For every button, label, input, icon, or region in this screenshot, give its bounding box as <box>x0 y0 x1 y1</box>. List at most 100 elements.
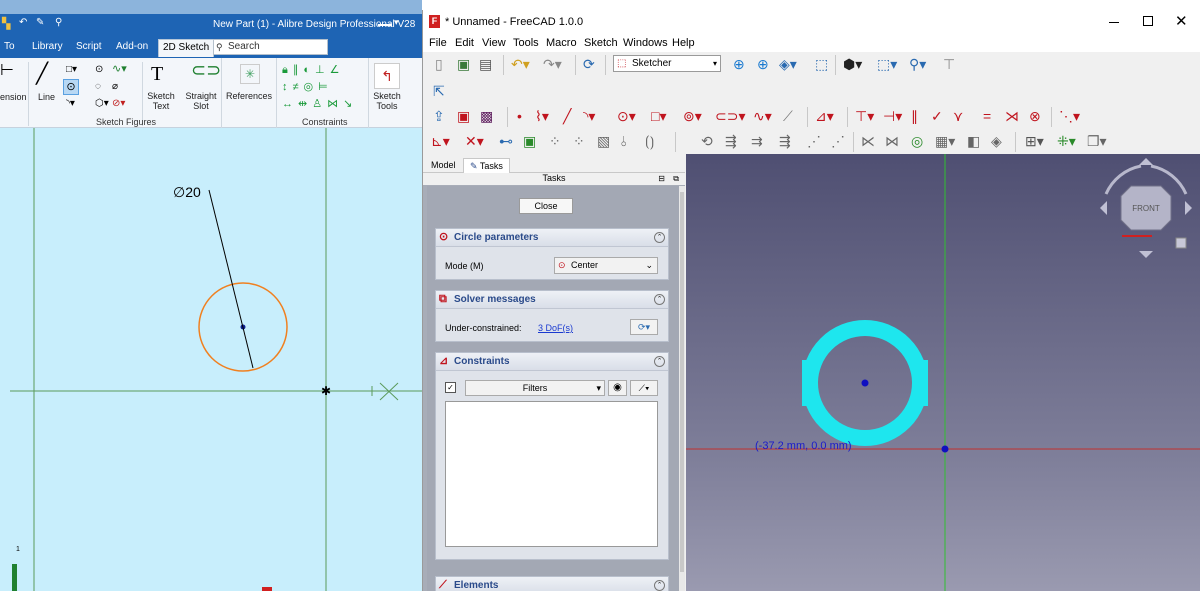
view-isometric-icon[interactable]: ◈▾ <box>779 56 797 72</box>
view-menu-icon[interactable] <box>1175 237 1187 249</box>
offset-icon[interactable]: ◎ <box>911 133 923 149</box>
sketch-tools-icon[interactable]: ↰ <box>374 63 400 89</box>
tab-tasks[interactable]: ✎ Tasks <box>463 158 510 173</box>
arc-icon[interactable]: ◌ <box>95 80 101 93</box>
spline-icon[interactable]: ∿▾ <box>112 63 127 76</box>
dimension-icon[interactable]: ⊢ <box>0 63 14 79</box>
fillet-icon[interactable]: ⊿▾ <box>815 108 834 124</box>
menu-sketch[interactable]: Sketch <box>584 37 618 49</box>
alibre-sketch-canvas[interactable]: ✱ ∅20 1 <box>0 128 422 591</box>
constraints-list[interactable] <box>445 401 658 547</box>
rectangle-icon[interactable]: □▾ <box>651 108 666 124</box>
fit-all-icon[interactable]: ⊕ <box>733 56 745 72</box>
constrain-symmetric-icon[interactable]: ⋊ <box>1005 108 1019 124</box>
slot-icon[interactable]: ⊂⊃▾ <box>715 108 746 124</box>
snap-icon[interactable]: ⁜▾ <box>1057 133 1076 149</box>
mirror-icon[interactable]: ⋉ <box>861 133 875 149</box>
undock-icon[interactable]: ⊟ <box>658 173 665 184</box>
circle-parameters-header[interactable]: ⊙ Circle parameters ⌃ <box>436 229 668 247</box>
scale-icon[interactable]: ▦▾ <box>935 133 955 149</box>
restore-icon[interactable]: ⟲ <box>701 133 713 149</box>
dof-link[interactable]: 3 DoF(s) <box>538 323 573 333</box>
task-scrollbar[interactable] <box>679 186 685 591</box>
constrain-tangent-icon[interactable]: ⋎ <box>953 108 963 124</box>
mode-select[interactable]: ⊙ Center ⌄ <box>554 257 658 274</box>
text-icon[interactable]: T <box>151 64 163 84</box>
undo-icon[interactable]: ↶▾ <box>511 56 530 72</box>
maximize-icon[interactable] <box>1143 16 1153 26</box>
tab-to[interactable]: To <box>0 39 19 57</box>
menu-edit[interactable]: Edit <box>455 37 474 49</box>
select-axis-icon[interactable]: ⁘ <box>573 133 585 149</box>
collapse-icon[interactable]: ⌃ <box>654 580 665 591</box>
straight-slot-icon[interactable]: ⊂⊃ <box>191 61 221 79</box>
bspline-icon[interactable]: ∿▾ <box>753 108 772 124</box>
refresh-solver-button[interactable]: ⟳▾ <box>630 319 658 335</box>
arc-icon[interactable]: ◝▾ <box>583 108 595 124</box>
angle-icon[interactable]: ∠ <box>330 64 345 76</box>
workbench-selector[interactable]: ⬚ Sketcher ▾ <box>613 55 721 72</box>
tab-addon[interactable]: Add-on <box>112 39 152 57</box>
select-origin-icon[interactable]: ⁘ <box>549 133 561 149</box>
zoom-icon[interactable]: ⚲▾ <box>909 56 926 72</box>
dimension-label[interactable]: ∅20 <box>173 184 201 201</box>
select-icon[interactable]: ⇱ <box>433 83 445 99</box>
view-sketch-icon[interactable]: ▣ <box>457 108 470 124</box>
menu-file[interactable]: File <box>429 37 447 49</box>
visibility-icon[interactable]: ◉ <box>608 380 627 396</box>
line-icon[interactable]: ╱ <box>563 108 571 124</box>
perpendicular-icon[interactable]: ⊥ <box>315 64 330 76</box>
quick-access-icon[interactable]: ▚ <box>2 17 10 30</box>
3d-viewport[interactable]: FRONT (-37.2 mm, 0.0 mm) <box>686 154 1200 591</box>
point-icon[interactable]: ⊙ <box>95 63 103 76</box>
dimension-icon[interactable]: ⊾▾ <box>431 133 450 149</box>
extend-icon[interactable]: ⊷ <box>499 133 513 149</box>
tab-library[interactable]: Library <box>28 39 67 57</box>
remove-axes-icon[interactable]: ⋰ <box>831 133 845 149</box>
redo-icon[interactable]: ↷▾ <box>543 56 562 72</box>
origin-point[interactable] <box>941 445 949 453</box>
menu-windows[interactable]: Windows <box>623 37 668 49</box>
construction-icon[interactable]: ◈ <box>991 133 1002 149</box>
external-geometry-icon[interactable]: ⟋ <box>783 108 793 124</box>
move-icon[interactable]: ⇉ <box>751 133 763 149</box>
search-icon[interactable]: ⚲ <box>55 17 62 28</box>
tools-icon[interactable]: ✎ <box>36 17 44 28</box>
constrain-equal-icon[interactable]: = <box>983 108 991 124</box>
colinear-icon[interactable]: ⇹ <box>298 98 312 110</box>
constrain-block-icon[interactable]: ⊗ <box>1029 108 1041 124</box>
arc-three-point-icon[interactable]: ◝▾ <box>66 97 75 110</box>
carbon-copy-icon[interactable]: ▣ <box>523 133 536 149</box>
array-icon[interactable]: ⇶ <box>779 133 791 149</box>
constrain-vertical-icon[interactable]: ⊤▾ <box>855 108 874 124</box>
rectangle-icon[interactable]: □▾ <box>66 63 77 76</box>
references-icon[interactable]: ✳ <box>240 64 260 84</box>
switch-virtual-icon[interactable]: ◧ <box>967 133 980 149</box>
tangent-icon[interactable]: ◐ <box>303 64 315 76</box>
new-file-icon[interactable]: ▯ <box>435 56 443 72</box>
constraints-header[interactable]: ⊿ Constraints ⌃ <box>436 353 668 371</box>
constrain-horizontal-icon[interactable]: ⊣▾ <box>883 108 902 124</box>
fit-selection-icon[interactable]: ⊕ <box>757 56 769 72</box>
close-icon[interactable]: ✕ <box>1175 12 1188 30</box>
rendering-order-icon[interactable]: ❐▾ <box>1087 133 1107 149</box>
refresh-icon[interactable]: ⟳ <box>583 56 595 72</box>
filter-checkbox[interactable]: ✓ <box>445 382 456 393</box>
leave-sketch-icon[interactable]: ⇪ <box>433 108 445 124</box>
navcube-down-arrow[interactable] <box>1139 251 1153 258</box>
grid-icon[interactable]: ⊞▾ <box>1025 133 1044 149</box>
view-section-icon[interactable]: ▩ <box>480 108 493 124</box>
open-file-icon[interactable]: ▣ <box>457 56 470 72</box>
collapse-icon[interactable]: ⌃ <box>654 294 665 305</box>
ellipse-icon[interactable]: ⌀ <box>112 80 118 93</box>
horizontal-icon[interactable]: ↔ <box>282 98 298 110</box>
minimize-icon[interactable] <box>1109 15 1119 23</box>
save-icon[interactable]: ▤ <box>479 56 492 72</box>
menu-help[interactable]: Help <box>672 37 695 49</box>
navcube-face-label[interactable]: FRONT <box>1131 204 1161 213</box>
navcube-right-arrow[interactable] <box>1185 201 1192 215</box>
tab-2d-sketch[interactable]: 2D Sketch <box>158 39 215 57</box>
float-icon[interactable]: ⧉ <box>673 173 679 184</box>
close-button[interactable]: Close <box>519 198 573 214</box>
symmetry-icon[interactable]: ⟮⟯ <box>645 133 654 149</box>
